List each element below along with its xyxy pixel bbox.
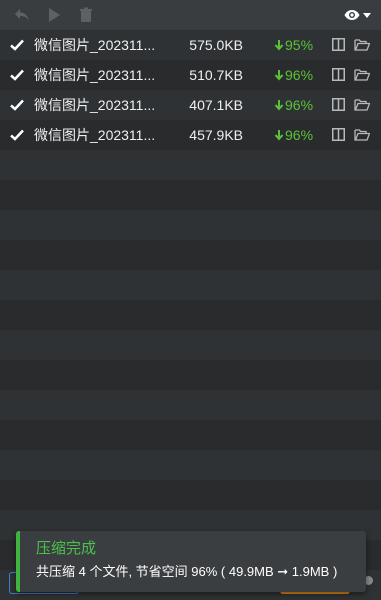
file-size: 407.1KB: [189, 97, 243, 113]
empty-row: [0, 300, 381, 330]
open-folder-icon[interactable]: [354, 128, 370, 141]
check-icon: [10, 129, 24, 141]
saved-percent: 95%: [274, 37, 313, 53]
check-icon: [10, 99, 24, 111]
open-folder-icon[interactable]: [354, 68, 370, 81]
saved-percent: 96%: [274, 67, 313, 83]
chevron-down-icon: [363, 12, 371, 18]
empty-row: [0, 480, 381, 510]
empty-row: [0, 450, 381, 480]
empty-row: [0, 360, 381, 390]
file-size: 575.0KB: [189, 37, 243, 53]
file-size: 457.9KB: [189, 127, 243, 143]
empty-row: [0, 330, 381, 360]
undo-icon[interactable]: [12, 5, 32, 25]
file-row[interactable]: 微信图片_202311... 510.7KB 96%: [0, 60, 381, 90]
check-icon: [10, 39, 24, 51]
arrow-down-icon: [274, 130, 284, 141]
file-size: 510.7KB: [189, 67, 243, 83]
saved-percent: 96%: [274, 97, 313, 113]
open-folder-icon[interactable]: [354, 98, 370, 111]
saved-percent-value: 96%: [285, 67, 314, 83]
empty-row: [0, 180, 381, 210]
play-icon[interactable]: [44, 5, 64, 25]
arrow-down-icon: [274, 100, 284, 111]
open-folder-icon[interactable]: [354, 38, 370, 51]
empty-row: [0, 240, 381, 270]
empty-row: [0, 270, 381, 300]
compressor-app: 微信图片_202311... 575.0KB 95% 微信图片_202311..…: [0, 0, 381, 600]
file-row[interactable]: 微信图片_202311... 407.1KB 96%: [0, 90, 381, 120]
empty-row: [0, 390, 381, 420]
trash-icon[interactable]: [76, 5, 96, 25]
arrow-down-icon: [274, 40, 284, 51]
empty-row: [0, 420, 381, 450]
empty-row: [0, 210, 381, 240]
toolbar: [0, 0, 381, 30]
saved-percent-value: 96%: [285, 97, 314, 113]
file-row[interactable]: 微信图片_202311... 575.0KB 95%: [0, 30, 381, 60]
saved-percent-value: 96%: [285, 127, 314, 143]
saved-percent-value: 95%: [285, 37, 314, 53]
check-icon: [10, 69, 24, 81]
compare-icon[interactable]: [332, 98, 345, 111]
compare-icon[interactable]: [332, 38, 345, 51]
empty-row: [0, 150, 381, 180]
file-list: 微信图片_202311... 575.0KB 95% 微信图片_202311..…: [0, 30, 381, 600]
toast-title: 压缩完成: [36, 540, 97, 557]
file-name: 微信图片_202311...: [34, 67, 156, 83]
completion-toast: 压缩完成 共压缩 4 个文件, 节省空间 96% ( 49.9MB ➞ 1.9M…: [16, 531, 366, 592]
file-name: 微信图片_202311...: [34, 97, 156, 113]
compare-icon[interactable]: [332, 128, 345, 141]
arrow-down-icon: [274, 70, 284, 81]
toast-message: 共压缩 4 个文件, 节省空间 96% ( 49.9MB ➞ 1.9MB ): [36, 564, 338, 579]
file-name: 微信图片_202311...: [34, 127, 156, 143]
file-row[interactable]: 微信图片_202311... 457.9KB 96%: [0, 120, 381, 150]
file-name: 微信图片_202311...: [34, 37, 156, 53]
saved-percent: 96%: [274, 127, 313, 143]
eye-icon: [344, 10, 360, 20]
view-toggle-button[interactable]: [344, 9, 371, 21]
compare-icon[interactable]: [332, 68, 345, 81]
toolbar-actions: [12, 5, 96, 25]
